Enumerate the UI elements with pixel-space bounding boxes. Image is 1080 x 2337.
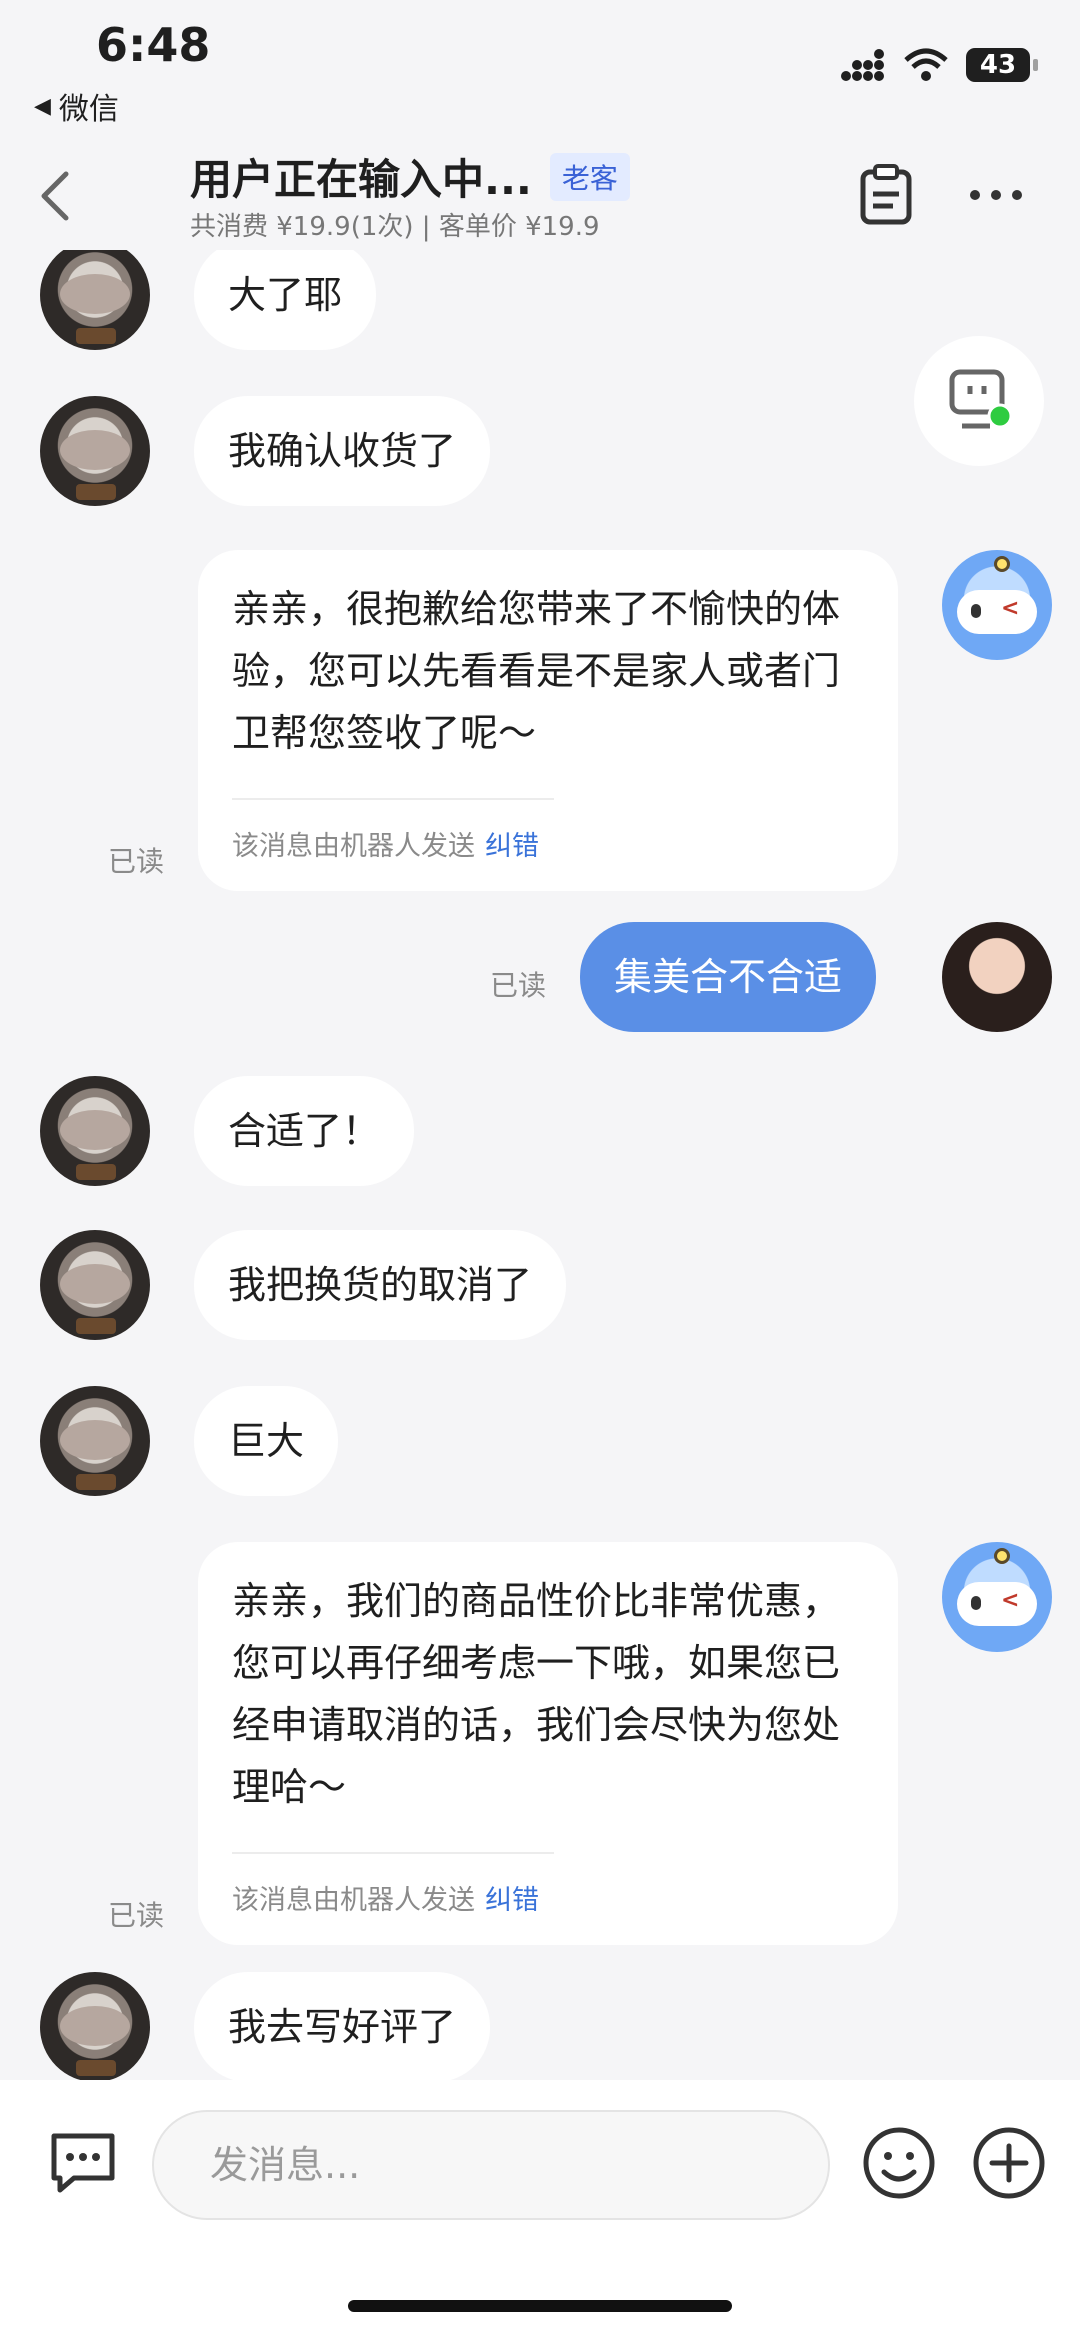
robot-assistant-button[interactable] <box>914 336 1044 466</box>
divider <box>232 1852 554 1854</box>
wifi-icon <box>904 48 948 81</box>
report-error-link[interactable]: 纠错 <box>485 1885 539 1916</box>
bot-meta: 该消息由机器人发送 纠错 <box>232 1878 864 1917</box>
report-error-link[interactable]: 纠错 <box>485 831 539 862</box>
customer-tag: 老客 <box>549 152 630 201</box>
bot-message-card[interactable]: 亲亲，我们的商品性价比非常优惠，您可以再仔细考虑一下哦，如果您已经申请取消的话，… <box>198 1542 898 1945</box>
home-indicator[interactable] <box>348 2300 732 2312</box>
back-app-label: 微信 <box>58 92 119 127</box>
add-icon[interactable] <box>970 2124 1048 2202</box>
customer-stats: 共消费 ¥19.9(1次) | 客单价 ¥19.9 <box>190 212 600 242</box>
chat-title: 用户正在输入中... <box>190 155 532 204</box>
status-icons: 43 <box>840 48 1038 82</box>
read-status: 已读 <box>108 845 165 878</box>
message-bubble[interactable]: 我把换货的取消了 <box>194 1230 567 1340</box>
read-status: 已读 <box>490 969 547 1002</box>
battery-indicator: 43 <box>966 48 1038 82</box>
chat-screen: 6:48 ◀ 微信 43 用户正在输入中... 老客 共消费 ¥19.9(1次)… <box>0 0 1080 2337</box>
customer-avatar[interactable] <box>40 1972 150 2080</box>
divider <box>232 798 554 800</box>
bot-message-text: 亲亲，很抱歉给您带来了不愉快的体验，您可以先看看是不是家人或者门卫帮您签收了呢～ <box>232 587 841 755</box>
message-list[interactable]: 大了耶 我确认收货了 已读 亲亲，很抱歉给您带来了不愉快的体验，您可以先看看是不… <box>0 250 1080 2080</box>
clipboard-icon[interactable] <box>853 162 919 228</box>
message-bubble[interactable]: 大了耶 <box>194 250 377 350</box>
read-status: 已读 <box>108 1899 165 1932</box>
customer-avatar[interactable] <box>40 396 150 506</box>
quick-reply-icon[interactable] <box>44 2124 122 2202</box>
title-group: 用户正在输入中... 老客 <box>190 146 630 207</box>
agent-message-bubble[interactable]: 集美合不合适 <box>580 922 877 1032</box>
back-to-app[interactable]: ◀ 微信 <box>34 84 119 128</box>
robot-monitor-icon <box>949 369 1013 429</box>
emoji-icon[interactable] <box>860 2124 938 2202</box>
status-time: 6:48 <box>96 18 211 72</box>
customer-avatar[interactable] <box>40 1076 150 1186</box>
signal-icon <box>841 49 884 81</box>
message-input[interactable]: 发消息... <box>152 2110 830 2220</box>
bot-message-card[interactable]: 亲亲，很抱歉给您带来了不愉快的体验，您可以先看看是不是家人或者门卫帮您签收了呢～… <box>198 550 898 891</box>
message-bubble[interactable]: 巨大 <box>194 1386 339 1496</box>
more-options-icon[interactable] <box>963 162 1029 228</box>
message-bubble[interactable]: 我去写好评了 <box>194 1972 491 2080</box>
customer-avatar[interactable] <box>40 1386 150 1496</box>
agent-avatar[interactable] <box>942 922 1052 1032</box>
bot-meta: 该消息由机器人发送 纠错 <box>232 824 864 863</box>
bot-message-text: 亲亲，我们的商品性价比非常优惠，您可以再仔细考虑一下哦，如果您已经申请取消的话，… <box>232 1579 841 1809</box>
back-triangle-icon: ◀ <box>34 93 51 119</box>
customer-avatar[interactable] <box>40 1230 150 1340</box>
bot-sent-note: 该消息由机器人发送 <box>232 831 475 862</box>
bot-sent-note: 该消息由机器人发送 <box>232 1885 475 1916</box>
back-arrow-icon[interactable] <box>30 160 80 230</box>
bot-avatar[interactable]: < <box>942 1542 1052 1652</box>
chat-header: 用户正在输入中... 老客 共消费 ¥19.9(1次) | 客单价 ¥19.9 <box>0 140 1080 250</box>
customer-avatar[interactable] <box>40 250 150 350</box>
message-bubble[interactable]: 我确认收货了 <box>194 396 491 506</box>
bot-avatar[interactable]: < <box>942 550 1052 660</box>
message-bubble[interactable]: 合适了！ <box>194 1076 415 1186</box>
input-bar: 发消息... <box>0 2080 1080 2337</box>
